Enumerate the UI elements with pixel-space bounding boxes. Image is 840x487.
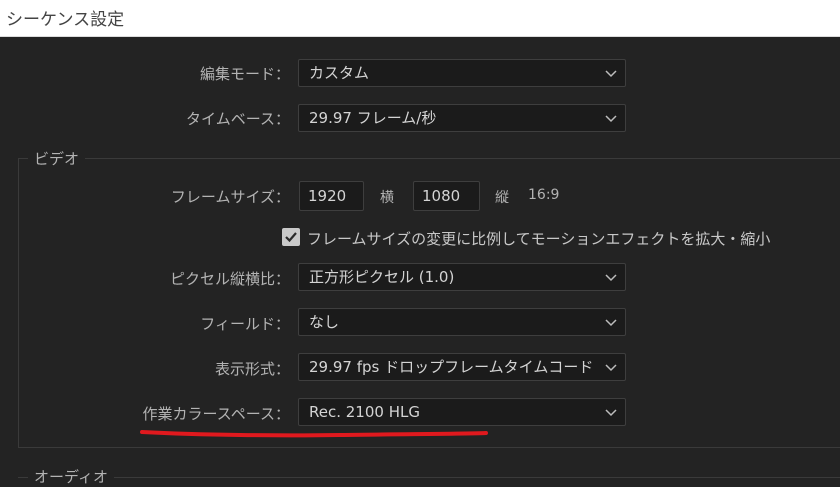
chevron-down-icon bbox=[605, 70, 617, 78]
video-section-title: ビデオ bbox=[28, 148, 86, 169]
frame-size-label: フレームサイズ： bbox=[170, 188, 290, 206]
chevron-down-icon bbox=[605, 319, 617, 327]
checkmark-icon bbox=[285, 232, 297, 243]
red-underline-annotation bbox=[140, 430, 488, 438]
chevron-down-icon bbox=[605, 409, 617, 417]
editing-mode-value: カスタム bbox=[309, 64, 370, 82]
frame-width-label: 横 bbox=[380, 190, 394, 206]
display-format-value: 29.97 fps ドロップフレームタイムコード bbox=[309, 358, 594, 376]
pixel-aspect-value: 正方形ピクセル (1.0) bbox=[309, 268, 455, 286]
scale-motion-label[interactable]: フレームサイズの変更に比例してモーションエフェクトを拡大・縮小 bbox=[307, 228, 770, 249]
audio-section-title: オーディオ bbox=[28, 466, 114, 487]
window-title: シーケンス設定 bbox=[6, 10, 125, 30]
aspect-ratio-text: 16:9 bbox=[528, 187, 560, 203]
chevron-down-icon bbox=[605, 115, 617, 123]
frame-height-label: 縦 bbox=[495, 190, 509, 206]
working-color-space-select[interactable]: Rec. 2100 HLG bbox=[298, 398, 626, 426]
fields-label: フィールド： bbox=[200, 315, 290, 333]
timebase-value: 29.97 フレーム/秒 bbox=[309, 109, 437, 127]
frame-height-input[interactable]: 1080 bbox=[413, 181, 480, 211]
fields-select[interactable]: なし bbox=[298, 308, 626, 336]
display-format-select[interactable]: 29.97 fps ドロップフレームタイムコード bbox=[298, 353, 626, 381]
timebase-label: タイムベース： bbox=[186, 110, 290, 128]
fields-value: なし bbox=[309, 313, 340, 331]
chevron-down-icon bbox=[605, 364, 617, 372]
display-format-label: 表示形式： bbox=[214, 360, 290, 378]
pixel-aspect-select[interactable]: 正方形ピクセル (1.0) bbox=[298, 263, 626, 291]
editing-mode-select[interactable]: カスタム bbox=[298, 59, 626, 87]
audio-group-box bbox=[18, 477, 840, 478]
chevron-down-icon bbox=[605, 274, 617, 282]
scale-motion-checkbox[interactable] bbox=[282, 228, 300, 246]
working-color-space-label: 作業カラースペース： bbox=[142, 405, 290, 423]
working-color-space-value: Rec. 2100 HLG bbox=[309, 403, 420, 421]
pixel-aspect-label: ピクセル縦横比： bbox=[169, 270, 290, 288]
editing-mode-label: 編集モード： bbox=[199, 65, 290, 83]
timebase-select[interactable]: 29.97 フレーム/秒 bbox=[298, 104, 626, 132]
frame-width-input[interactable]: 1920 bbox=[299, 181, 364, 211]
window-titlebar: シーケンス設定 bbox=[0, 0, 840, 37]
